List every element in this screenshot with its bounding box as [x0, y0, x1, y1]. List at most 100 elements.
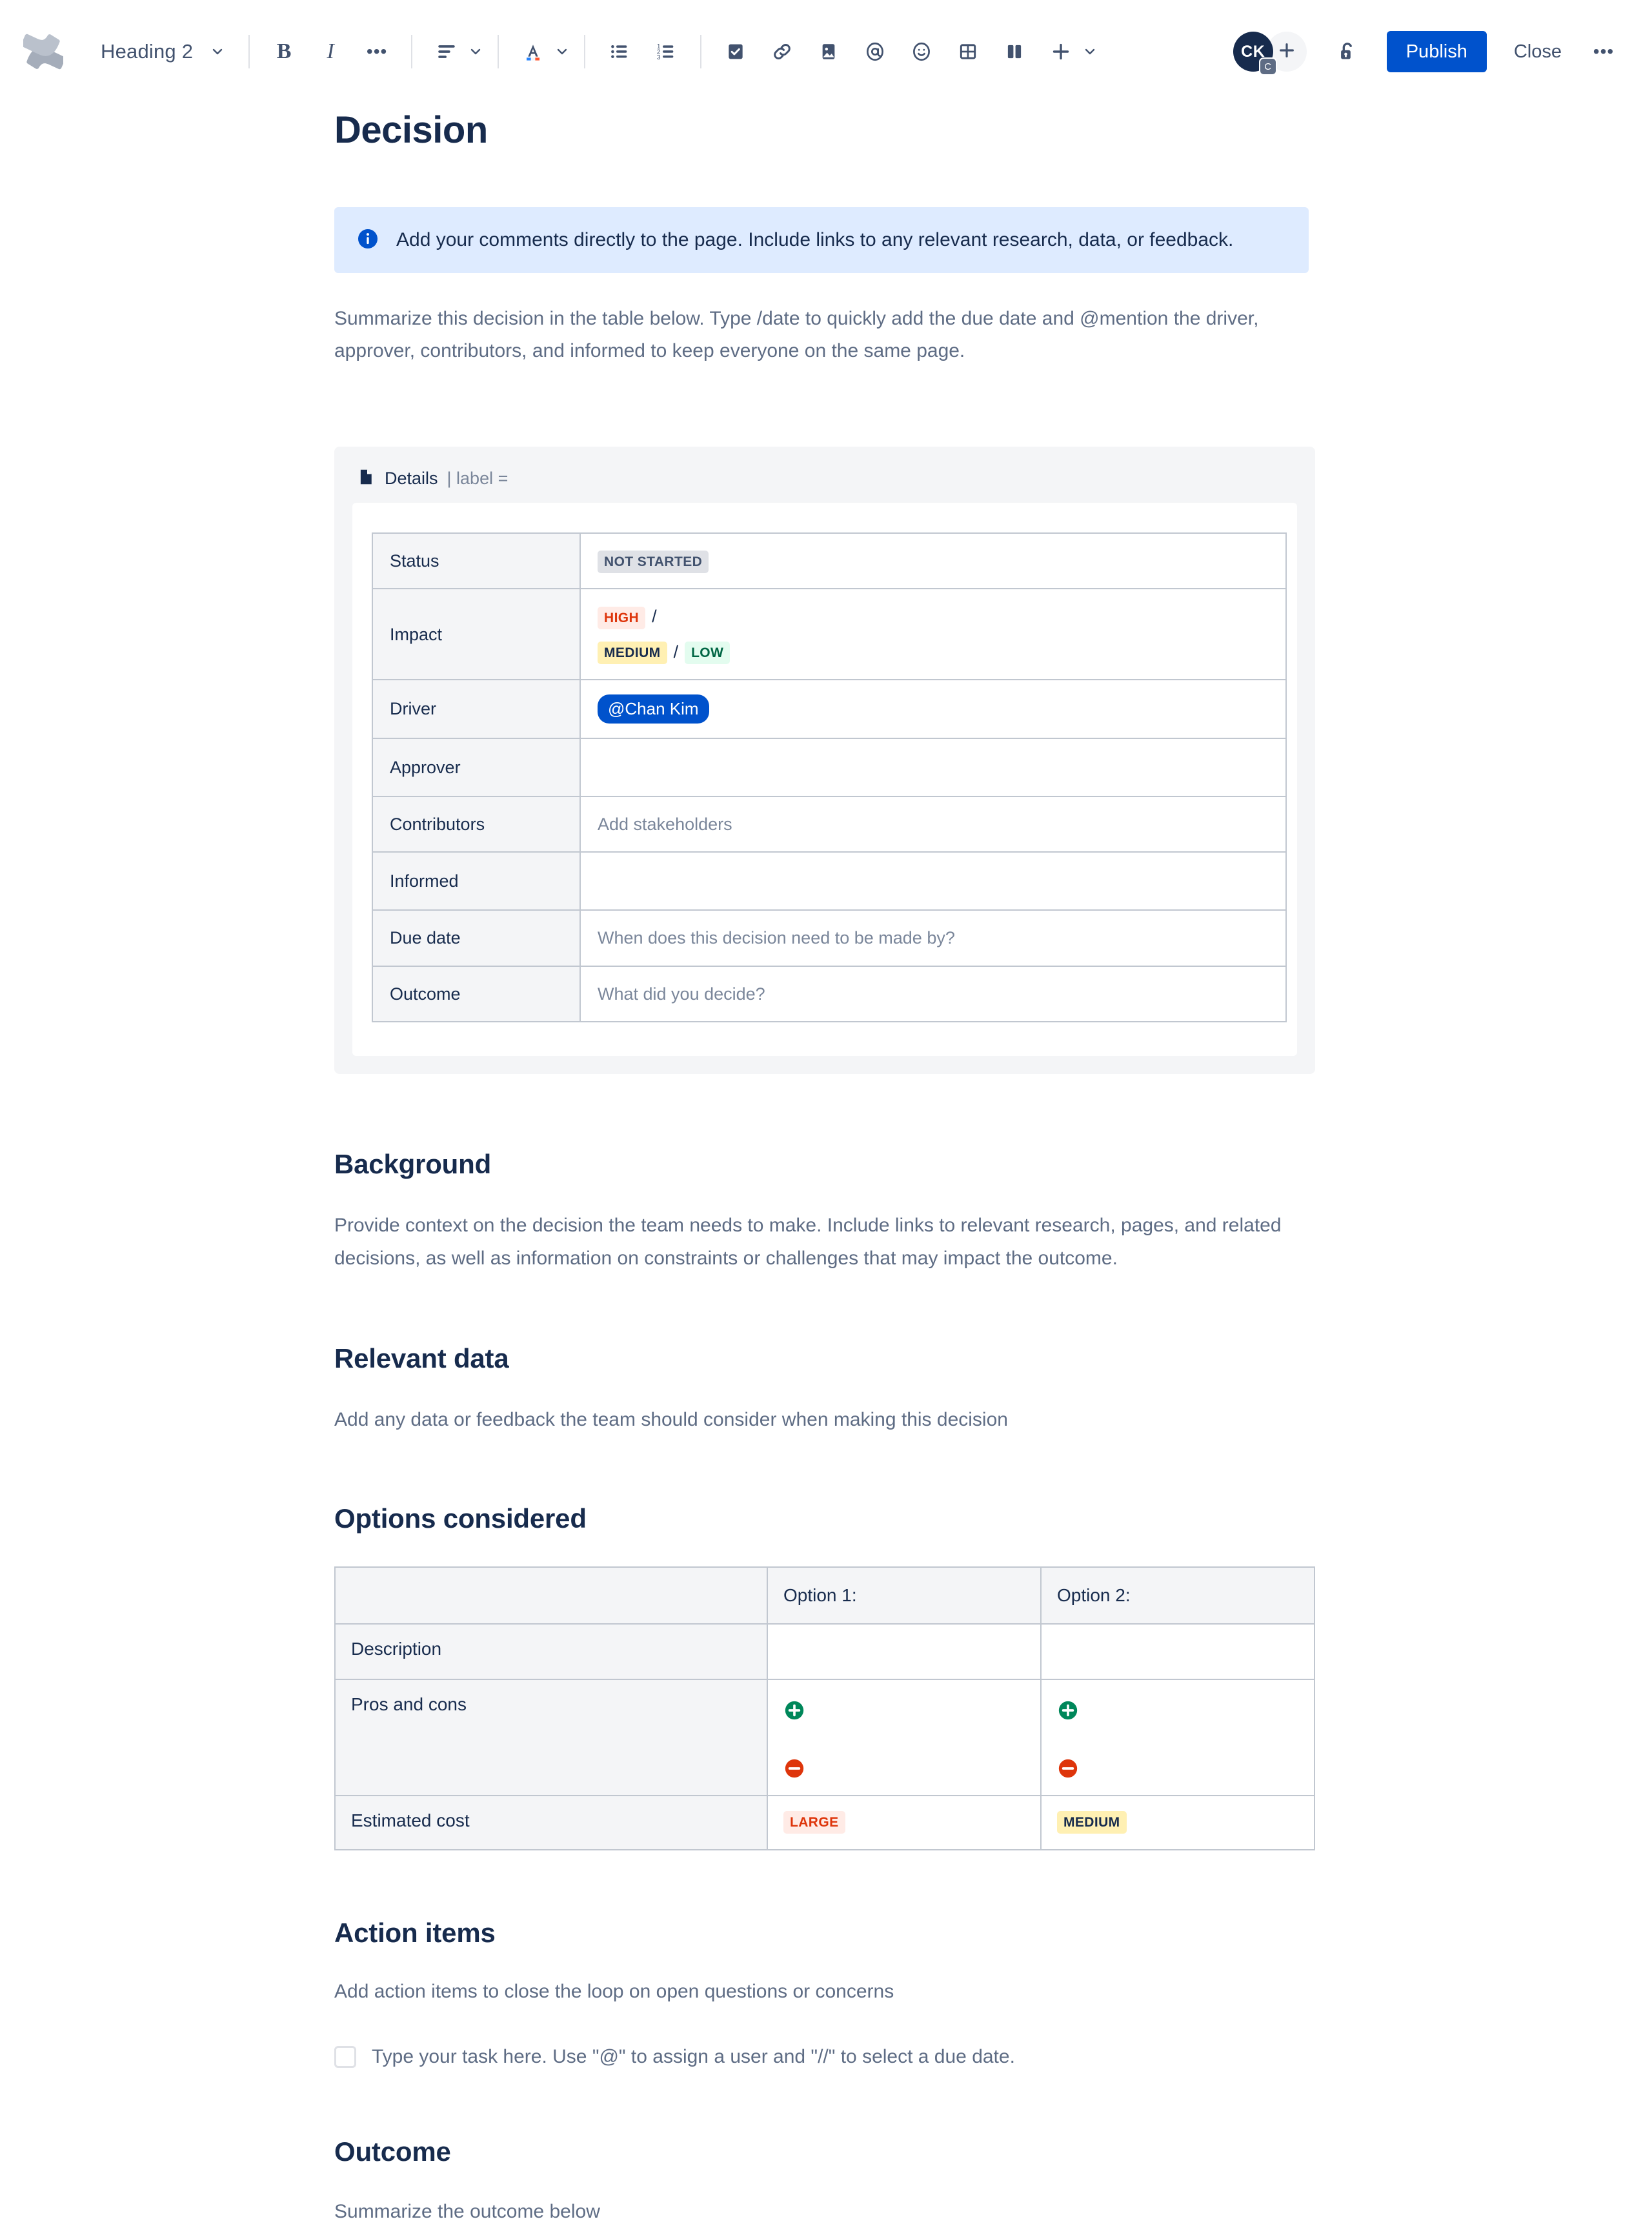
checkbox-task-icon [725, 41, 746, 62]
row-value-outcome[interactable]: What did you decide? [579, 965, 1287, 1023]
table-row: Pros and cons [334, 1679, 1315, 1797]
plus-icon [1276, 40, 1297, 64]
numbered-list-button[interactable]: 1 2 3 [646, 32, 686, 72]
cell-cost-option-2[interactable]: MEDIUM [1040, 1795, 1315, 1851]
text-color-icon [513, 32, 553, 72]
minus-circle-icon [1057, 1757, 1079, 1779]
row-label-description: Description [334, 1623, 768, 1681]
page-title[interactable]: Decision [334, 108, 1315, 152]
row-value-driver[interactable]: @Chan Kim [579, 679, 1287, 739]
table-button[interactable] [948, 32, 988, 72]
impact-high-badge: HIGH [598, 606, 646, 629]
emoji-button[interactable] [902, 32, 942, 72]
text-style-label: Heading 2 [101, 40, 194, 63]
link-button[interactable] [762, 32, 802, 72]
cell-pros-cons-option-2[interactable] [1040, 1679, 1315, 1797]
row-label-pros-and-cons: Pros and cons [334, 1679, 768, 1797]
row-label: Contributors [372, 795, 581, 853]
table-row: Due date When does this decision need to… [372, 909, 1287, 967]
row-value-informed[interactable] [579, 851, 1287, 911]
background-body[interactable]: Provide context on the decision the team… [334, 1210, 1302, 1275]
text-align-left-icon [427, 32, 467, 72]
table-row: Driver @Chan Kim [372, 679, 1287, 739]
details-macro-body: Status NOT STARTED Impact HIGH / MEDIUM … [352, 502, 1297, 1057]
page-content: Decision Add your comments directly to t… [0, 108, 1652, 2228]
text-align-button[interactable] [427, 32, 483, 72]
bullet-list-icon [609, 41, 630, 63]
table-header-row: Option 1: Option 2: [334, 1566, 1315, 1625]
column-header-option-1[interactable]: Option 1: [767, 1566, 1042, 1625]
table-row: Informed [372, 851, 1287, 911]
close-button[interactable]: Close [1501, 32, 1575, 72]
row-value-due-date[interactable]: When does this decision need to be made … [579, 909, 1287, 967]
section-heading-outcome[interactable]: Outcome [334, 2136, 1315, 2167]
unlocked-padlock-icon [1336, 40, 1359, 63]
row-value-impact[interactable]: HIGH / MEDIUM / LOW [579, 588, 1287, 681]
task-list-item: Type your task here. Use "@" to assign a… [334, 2045, 1315, 2068]
row-value-approver[interactable] [579, 737, 1287, 797]
contributors-placeholder: Add stakeholders [598, 814, 732, 834]
more-formatting-button[interactable]: ••• [357, 32, 397, 72]
chevron-down-icon [1082, 44, 1098, 59]
details-macro-meta: | label = [447, 468, 509, 488]
section-heading-background[interactable]: Background [334, 1149, 1315, 1180]
chevron-down-icon [468, 44, 483, 59]
cell-description-option-2[interactable] [1040, 1623, 1315, 1681]
section-heading-options-considered[interactable]: Options considered [334, 1503, 1315, 1534]
task-checkbox[interactable] [334, 2045, 356, 2068]
text-color-button[interactable] [513, 32, 570, 72]
bold-button[interactable]: B [264, 32, 304, 72]
chevron-down-icon [210, 44, 225, 59]
insert-more-button[interactable] [1041, 32, 1098, 72]
section-heading-relevant-data[interactable]: Relevant data [334, 1343, 1315, 1374]
plus-circle-icon [783, 1699, 805, 1721]
impact-medium-badge: MEDIUM [598, 642, 667, 665]
layout-button[interactable] [994, 32, 1034, 72]
row-value-contributors[interactable]: Add stakeholders [579, 795, 1287, 853]
intro-paragraph[interactable]: Summarize this decision in the table bel… [334, 303, 1302, 368]
toolbar-divider [498, 35, 499, 68]
table-row: Impact HIGH / MEDIUM / LOW [372, 588, 1287, 681]
info-panel: Add your comments directly to the page. … [334, 207, 1309, 273]
table-row: Outcome What did you decide? [372, 965, 1287, 1023]
details-macro-title: Details [385, 468, 438, 488]
list-group: 1 2 3 [599, 32, 686, 72]
cell-cost-option-1[interactable]: LARGE [767, 1795, 1042, 1851]
text-style-select[interactable]: Heading 2 [92, 36, 234, 67]
row-label: Approver [372, 737, 581, 797]
relevant-data-body[interactable]: Add any data or feedback the team should… [334, 1404, 1302, 1436]
task-button[interactable] [716, 32, 756, 72]
table-row: Estimated cost LARGE MEDIUM [334, 1795, 1315, 1851]
cell-description-option-1[interactable] [767, 1623, 1042, 1681]
row-label: Driver [372, 679, 581, 739]
minus-circle-icon [783, 1757, 805, 1779]
row-value-status[interactable]: NOT STARTED [579, 532, 1287, 590]
image-button[interactable] [809, 32, 849, 72]
bullet-list-button[interactable] [599, 32, 640, 72]
page-details-icon [356, 467, 376, 490]
column-header-option-2[interactable]: Option 2: [1040, 1566, 1315, 1625]
separator: / [673, 642, 679, 662]
mention-button[interactable] [855, 32, 895, 72]
impact-line-1: HIGH / [598, 603, 1269, 630]
insert-group [716, 32, 1098, 72]
row-label-estimated-cost: Estimated cost [334, 1795, 768, 1851]
cost-badge-option-2: MEDIUM [1057, 1810, 1127, 1834]
mention-chip[interactable]: @Chan Kim [598, 694, 709, 724]
italic-label: I [327, 39, 334, 63]
task-placeholder[interactable]: Type your task here. Use "@" to assign a… [372, 2046, 1015, 2068]
italic-button[interactable]: I [310, 32, 350, 72]
section-heading-action-items[interactable]: Action items [334, 1918, 1315, 1949]
plus-circle-icon [1057, 1699, 1079, 1721]
separator: / [652, 607, 657, 627]
toolbar-divider [411, 35, 413, 68]
row-label: Status [372, 532, 581, 590]
details-macro-header[interactable]: Details | label = [352, 461, 1297, 503]
cell-pros-cons-option-1[interactable] [767, 1679, 1042, 1797]
more-actions-button[interactable]: ••• [1584, 32, 1624, 72]
restrictions-button[interactable] [1327, 32, 1367, 72]
publish-button[interactable]: Publish [1386, 30, 1487, 73]
action-items-body[interactable]: Add action items to close the loop on op… [334, 1976, 1302, 2008]
outcome-body[interactable]: Summarize the outcome below [334, 2196, 1302, 2228]
chevron-down-icon [554, 44, 570, 59]
